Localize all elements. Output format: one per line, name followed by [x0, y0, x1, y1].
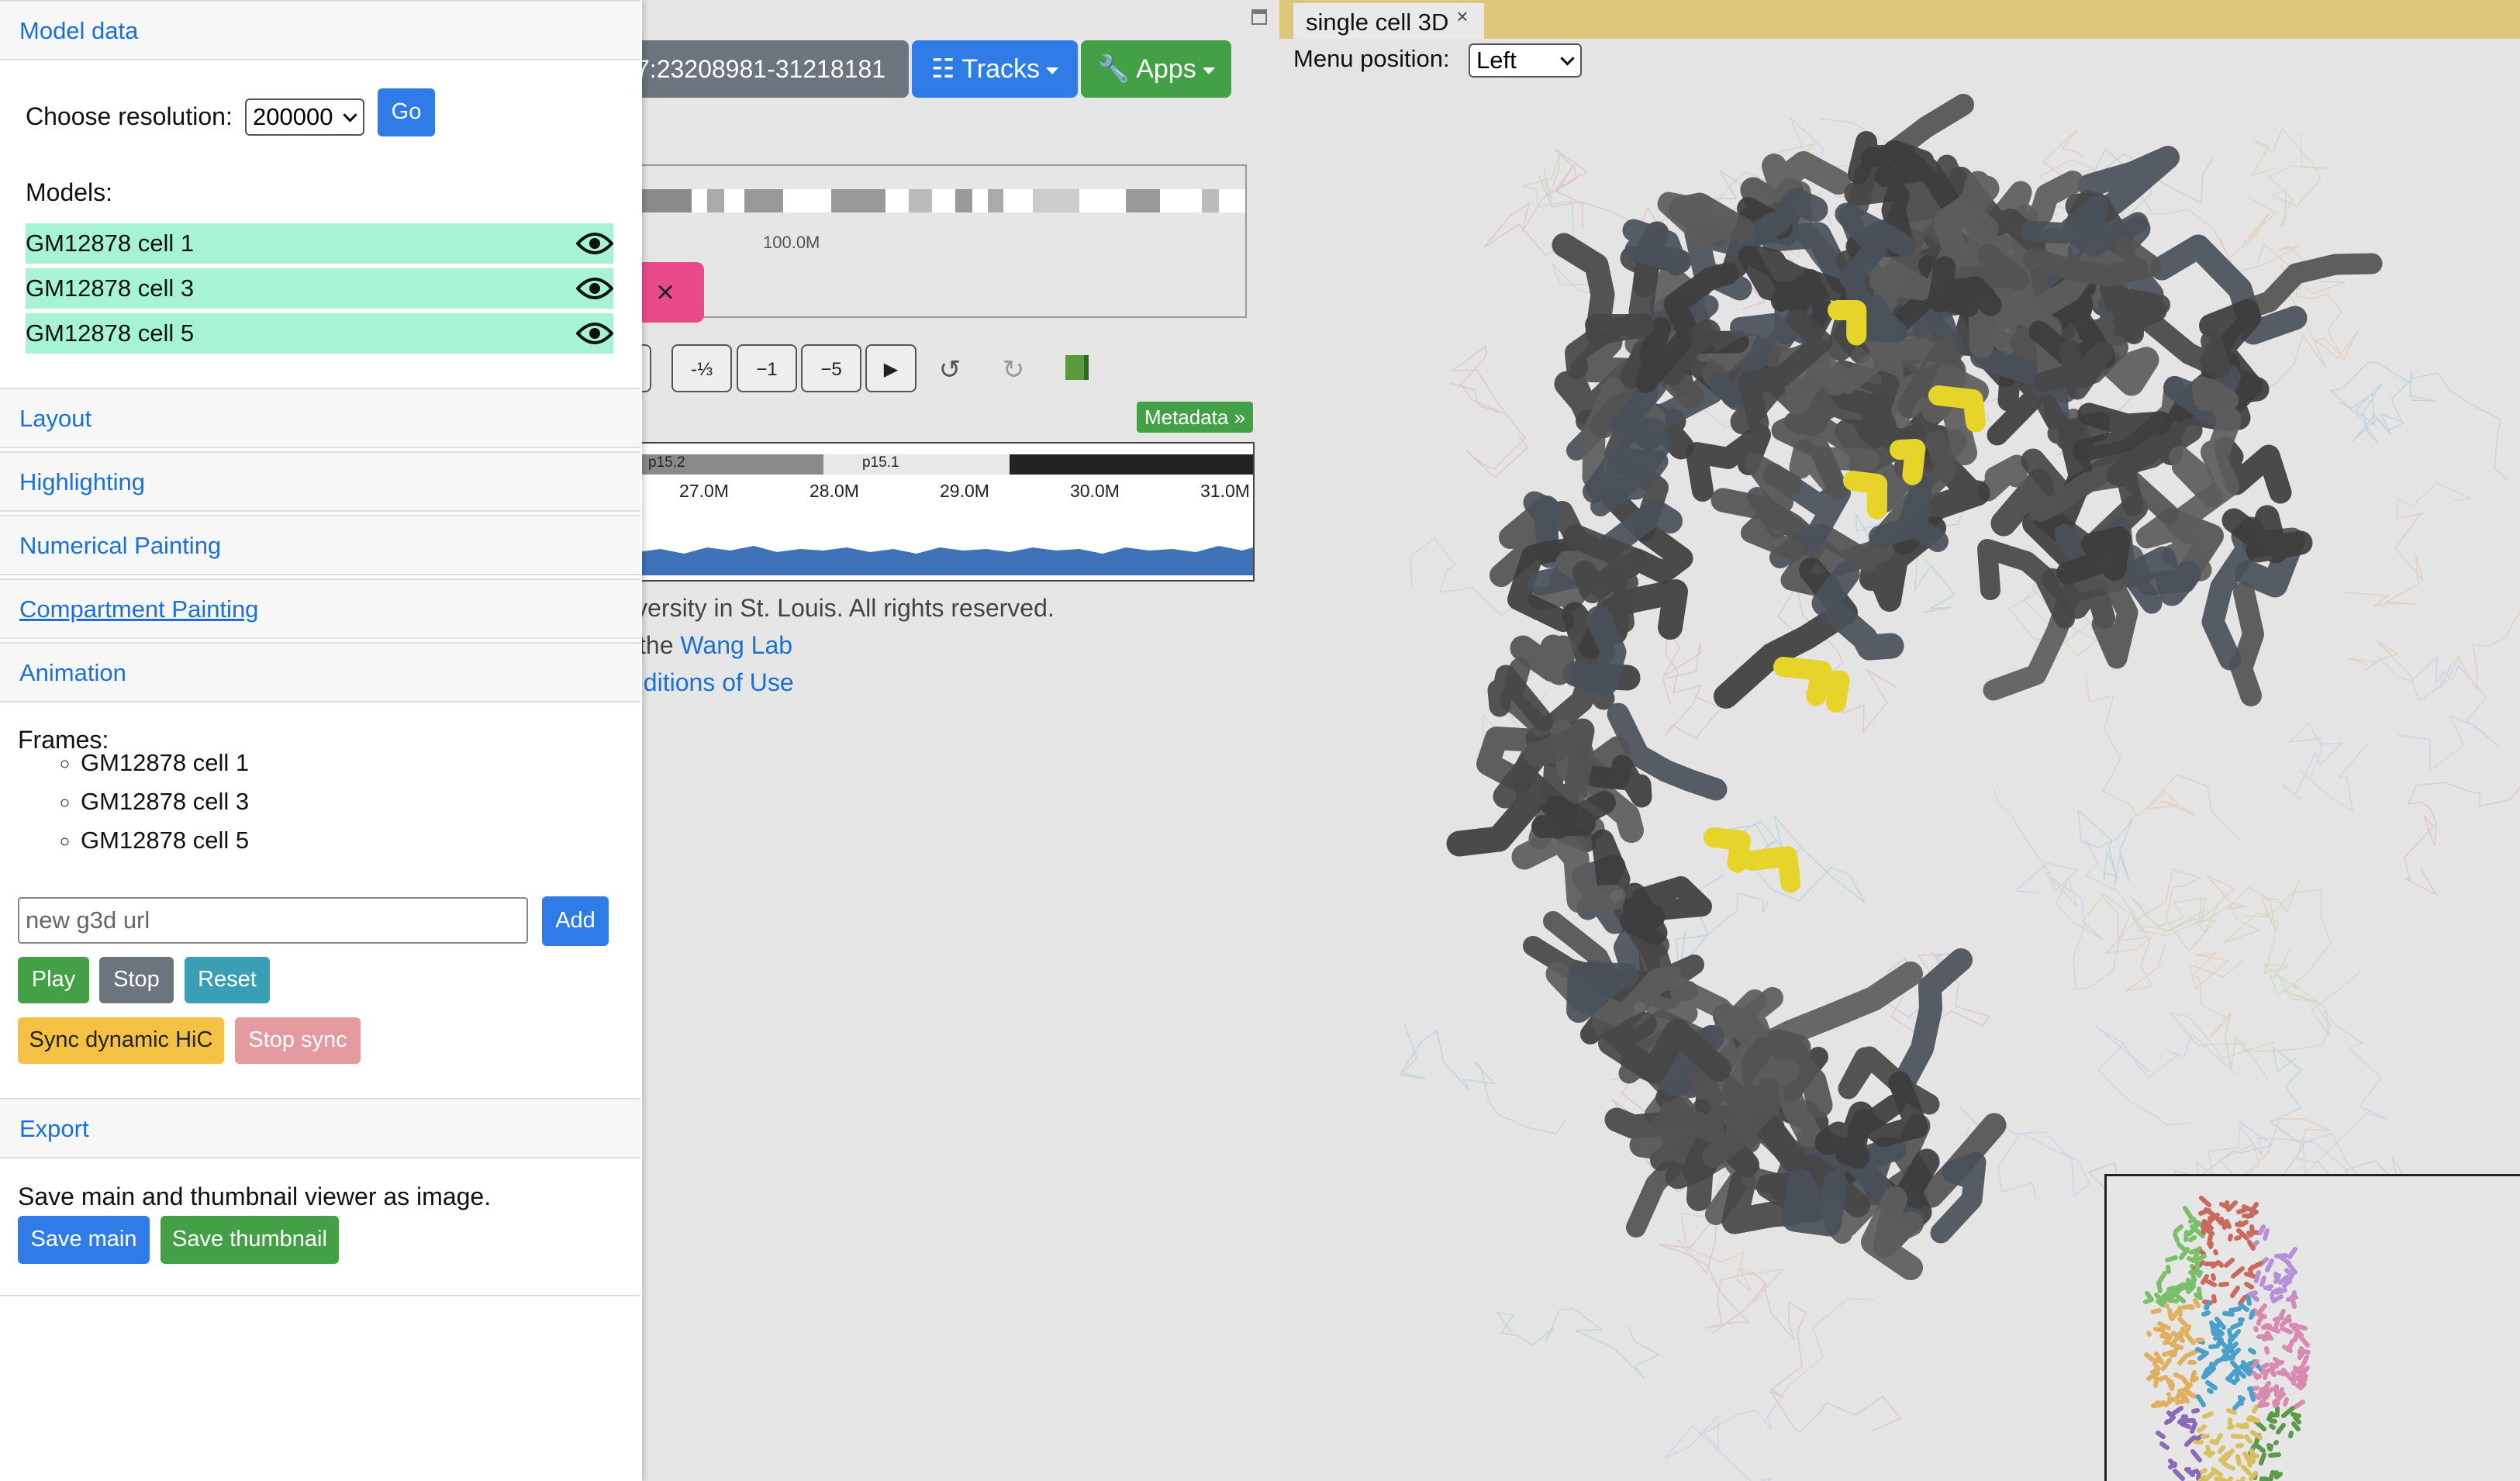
- eye-icon[interactable]: [576, 319, 613, 347]
- tab-single-cell-3d[interactable]: single cell 3D ×: [1293, 3, 1484, 39]
- model-row[interactable]: GM12878 cell 5: [26, 313, 613, 354]
- single-cell-3d-panel: single cell 3D × Menu position: Left: [1279, 0, 2520, 1481]
- axis-tick-label: 30.0M: [1070, 481, 1120, 501]
- axis-tick-label: 28.0M: [810, 481, 859, 501]
- eye-icon[interactable]: [576, 274, 613, 302]
- frame-item: GM12878 cell 1: [81, 749, 249, 777]
- model-name: GM12878 cell 3: [26, 274, 195, 302]
- stop-sync-button[interactable]: Stop sync: [235, 1017, 361, 1064]
- band-label: p15.2: [648, 454, 685, 471]
- axis-tick-label: 29.0M: [940, 481, 989, 501]
- save-thumbnail-button[interactable]: Save thumbnail: [161, 1216, 339, 1264]
- model-data-header[interactable]: Model data: [0, 0, 640, 60]
- menu-position-value: Left: [1476, 47, 1517, 74]
- footer-credit-prefix: the: [639, 631, 674, 659]
- band-label: p15.1: [862, 454, 899, 471]
- ideogram-tick-label: 100.0M: [763, 233, 820, 252]
- frame-item: GM12878 cell 3: [81, 788, 249, 816]
- locus-display[interactable]: 7:23208981-31218181: [605, 40, 909, 98]
- eye-icon[interactable]: [576, 230, 613, 257]
- g3d-url-input[interactable]: new g3d url: [18, 897, 528, 944]
- resolution-select[interactable]: 200000: [245, 98, 364, 136]
- add-button[interactable]: Add: [542, 896, 609, 946]
- frame-item: GM12878 cell 5: [81, 827, 249, 854]
- go-button[interactable]: Go: [378, 88, 435, 136]
- zoom-out-third-button[interactable]: -⅓: [671, 344, 732, 392]
- stop-button[interactable]: Stop: [99, 957, 174, 1003]
- model-row[interactable]: GM12878 cell 3: [26, 268, 613, 309]
- chromosome-ideogram[interactable]: [637, 189, 1245, 212]
- restore-icon[interactable]: [1251, 9, 1267, 25]
- model-name: GM12878 cell 1: [26, 230, 195, 257]
- terms-of-use-link[interactable]: nditions of Use: [630, 668, 794, 696]
- signal-track: [637, 546, 1253, 575]
- numerical-painting-section-header[interactable]: Numerical Painting: [0, 515, 640, 575]
- footer-copyright: iversity in St. Louis. All rights reserv…: [630, 594, 1055, 622]
- footer-terms: nditions of Use: [630, 668, 794, 697]
- chevron-down-icon: [1560, 51, 1575, 66]
- menu-position-label: Menu position:: [1293, 45, 1450, 72]
- reset-button[interactable]: Reset: [185, 957, 270, 1003]
- step-back-1-button[interactable]: −1: [737, 344, 797, 392]
- apps-button-label: Apps: [1136, 54, 1196, 84]
- play-icon[interactable]: ▶: [865, 344, 917, 392]
- resolution-value: 200000: [253, 103, 333, 130]
- play-button[interactable]: Play: [18, 957, 89, 1003]
- wrench-icon: 🔧: [1097, 54, 1131, 84]
- highlighting-section-header[interactable]: Highlighting: [0, 451, 640, 512]
- ideogram-frame: [636, 164, 1247, 318]
- export-section-header[interactable]: Export: [0, 1098, 640, 1158]
- tracks-button[interactable]: ☷ Tracks: [912, 40, 1078, 98]
- tab-bar: single cell 3D ×: [1279, 0, 2520, 39]
- undo-icon[interactable]: ↺: [930, 350, 969, 389]
- layout-section-header[interactable]: Layout: [0, 388, 640, 448]
- redo-icon[interactable]: ↻: [994, 350, 1033, 389]
- frames-list: GM12878 cell 1 GM12878 cell 3 GM12878 ce…: [28, 749, 249, 865]
- model-name: GM12878 cell 5: [26, 319, 195, 347]
- sync-dynamic-hic-button[interactable]: Sync dynamic HiC: [18, 1017, 224, 1064]
- compartment-painting-section-header[interactable]: Compartment Painting: [0, 578, 640, 639]
- menu-position-control: Menu position:: [1293, 45, 1450, 73]
- tracks-button-label: Tracks: [961, 54, 1041, 84]
- apps-button[interactable]: 🔧 Apps: [1081, 40, 1231, 98]
- model-row[interactable]: GM12878 cell 1: [26, 223, 613, 264]
- divider: [0, 1295, 640, 1296]
- settings-sidebar: Model data Choose resolution: 200000 Go …: [0, 0, 642, 1481]
- save-main-button[interactable]: Save main: [18, 1216, 150, 1264]
- caret-down-icon: [1202, 67, 1215, 74]
- tab-close-icon[interactable]: ×: [1456, 5, 1468, 28]
- thumbnail-structure: [2143, 1196, 2311, 1481]
- book-icon[interactable]: [1065, 355, 1089, 380]
- menu-position-select[interactable]: Left: [1469, 43, 1582, 78]
- axis-tick-label: 27.0M: [679, 481, 729, 501]
- tab-label: single cell 3D: [1306, 9, 1449, 36]
- choose-resolution-label: Choose resolution:: [26, 102, 233, 130]
- models-label: Models:: [26, 178, 113, 206]
- piano-icon: ☷: [930, 54, 955, 84]
- export-description: Save main and thumbnail viewer as image.: [18, 1182, 492, 1210]
- metadata-button[interactable]: Metadata »: [1137, 402, 1253, 433]
- chevron-down-icon: [343, 108, 357, 123]
- step-back-5-button[interactable]: −5: [801, 344, 861, 392]
- animation-section-header[interactable]: Animation: [0, 642, 640, 703]
- footer-credit: the Wang Lab: [639, 631, 792, 660]
- axis-tick-label: 31.0M: [1200, 481, 1250, 501]
- wang-lab-link[interactable]: Wang Lab: [680, 631, 792, 659]
- thumbnail-viewer[interactable]: [2104, 1174, 2520, 1481]
- cytoband-track: [637, 454, 1253, 475]
- caret-down-icon: [1046, 67, 1059, 74]
